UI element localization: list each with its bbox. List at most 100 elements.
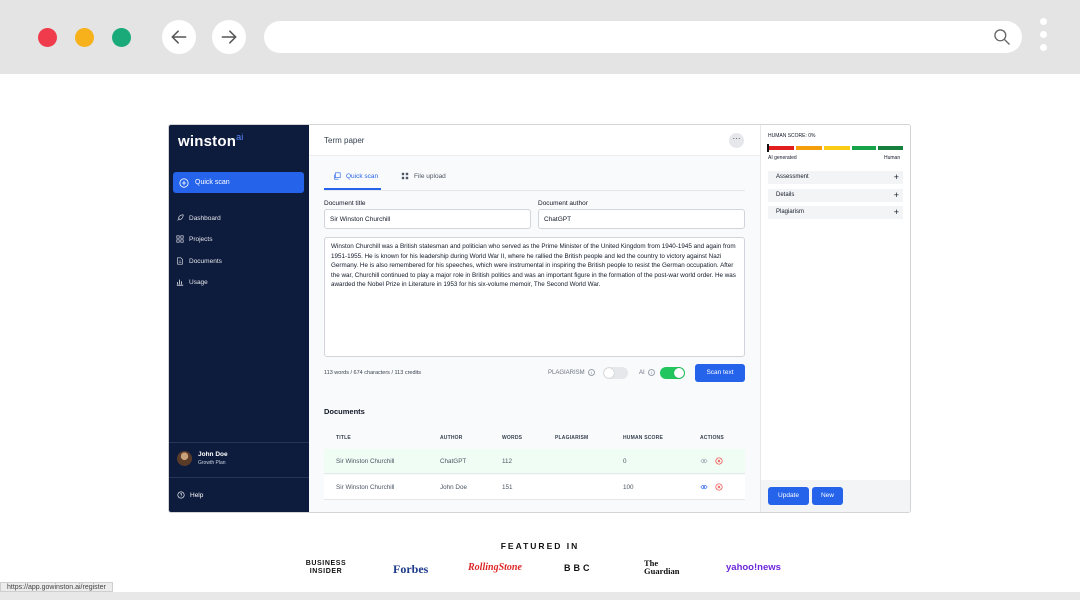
tab-label: Quick scan [346,172,379,180]
score-scale-segment [852,146,876,150]
arrow-left-icon [171,30,187,44]
sidebar-divider [169,442,309,443]
column-header-actions: ACTIONS [700,435,724,441]
sidebar-item-documents[interactable]: Documents [176,257,222,265]
close-window-button[interactable] [38,28,57,47]
view-icon[interactable] [700,457,708,465]
sidebar: winstonai Quick scan Dashboard Projects … [169,125,309,512]
column-header-human-score: HUMAN SCORE [623,435,663,441]
sidebar-item-label: Documents [189,257,222,265]
help-circle-icon [177,491,185,499]
score-scale-segment [796,146,822,150]
row-author: John Doe [440,484,467,491]
ai-label: AI i [639,369,655,376]
plus-circle-icon [179,177,189,188]
minimize-window-button[interactable] [75,28,94,47]
table-row[interactable]: Sir Winston Churchill John Doe 151 100 [324,475,745,500]
row-words: 112 [502,458,513,465]
document-text-input[interactable]: Winston Churchill was a British statesma… [324,237,745,357]
word-count: 113 words / 674 characters / 113 credits [324,370,422,376]
winston-logo[interactable]: winstonai [178,132,243,150]
rolling-stone-logo: RollingStone [468,562,522,573]
search-icon[interactable] [992,27,1012,47]
sidebar-item-label: Dashboard [189,214,221,222]
tab-label: File upload [414,172,446,180]
score-marker [767,144,769,152]
view-icon[interactable] [700,483,708,491]
tab-divider [324,190,745,191]
ai-generated-label: AI generated [768,155,797,161]
row-human-score: 100 [623,484,634,491]
delete-icon[interactable] [715,457,723,465]
details-accordion[interactable]: Details + [768,189,903,202]
row-title: Sir Winston Churchill [336,458,395,465]
quick-scan-button[interactable]: Quick scan [173,172,304,193]
user-name: John Doe [198,451,228,458]
main-header: Term paper ··· [309,125,760,156]
tab-file-upload[interactable]: File upload [401,172,446,180]
help-link[interactable]: Help [177,491,203,499]
grid-icon [401,172,409,180]
browser-menu-button[interactable] [1038,18,1048,56]
help-label: Help [190,491,204,499]
human-label: Human [884,155,901,161]
score-scale-segment [768,146,794,150]
app-window: winstonai Quick scan Dashboard Projects … [168,124,911,513]
column-header-title: TITLE [336,435,351,441]
web-page: winstonai Quick scan Dashboard Projects … [0,74,1080,592]
sidebar-item-usage[interactable]: Usage [176,278,208,286]
plagiarism-accordion[interactable]: Plagiarism + [768,206,903,219]
row-words: 151 [502,484,513,491]
plus-icon: + [893,207,899,217]
sidebar-item-dashboard[interactable]: Dashboard [176,214,221,222]
forward-button[interactable] [212,20,246,54]
main-panel: Term paper ··· Quick scan File upload Do… [309,125,760,512]
row-human-score: 0 [623,458,627,465]
rocket-icon [177,214,184,221]
document-title-label: Document title [324,200,366,207]
arrow-right-icon [221,30,237,44]
sidebar-divider [169,477,309,478]
address-bar[interactable] [264,21,1022,53]
more-options-button[interactable]: ··· [729,133,744,148]
tab-quick-scan[interactable]: Quick scan [333,172,378,180]
status-bar-url: https://app.gowinston.ai/register [0,582,113,592]
document-author-input[interactable]: ChatGPT [538,209,745,229]
scan-text-button[interactable]: Scan text [695,364,745,382]
avatar [177,451,192,466]
yahoo-news-logo: yahoo!news [726,562,781,573]
assessment-accordion[interactable]: Assessment + [768,171,903,184]
row-author: ChatGPT [440,458,467,465]
browser-toolbar [0,0,1080,74]
score-scale-segment [824,146,850,150]
score-panel-footer: Update New [761,480,910,512]
plagiarism-label: PLAGIARISM i [548,369,595,376]
back-button[interactable] [162,20,196,54]
update-button[interactable]: Update [768,487,809,505]
forbes-logo: Forbes [393,562,429,576]
document-title-input[interactable]: Sir Winston Churchill [324,209,531,229]
plus-icon: + [893,190,899,200]
plus-icon: + [893,172,899,182]
document-author-label: Document author [538,200,588,207]
sidebar-item-label: Usage [189,278,208,286]
guardian-logo: The Guardian [644,558,680,576]
document-icon [177,257,183,265]
page-title: Term paper [324,136,365,145]
new-button[interactable]: New [812,487,843,505]
documents-heading: Documents [324,407,365,416]
maximize-window-button[interactable] [112,28,131,47]
table-row[interactable]: Sir Winston Churchill ChatGPT 112 0 [324,449,745,474]
grid-icon [176,235,184,243]
ai-toggle[interactable] [660,367,685,379]
plagiarism-toggle[interactable] [603,367,628,379]
business-insider-logo: BUSINESS INSIDER [305,560,347,575]
sidebar-item-label: Projects [189,235,213,243]
info-icon[interactable]: i [587,369,595,376]
featured-in-heading: FEATURED IN [500,541,580,551]
user-profile[interactable]: John Doe Growth Plan [177,451,228,466]
info-icon[interactable]: i [647,369,655,376]
delete-icon[interactable] [715,483,723,491]
column-header-author: AUTHOR [440,435,463,441]
sidebar-item-projects[interactable]: Projects [176,235,212,243]
